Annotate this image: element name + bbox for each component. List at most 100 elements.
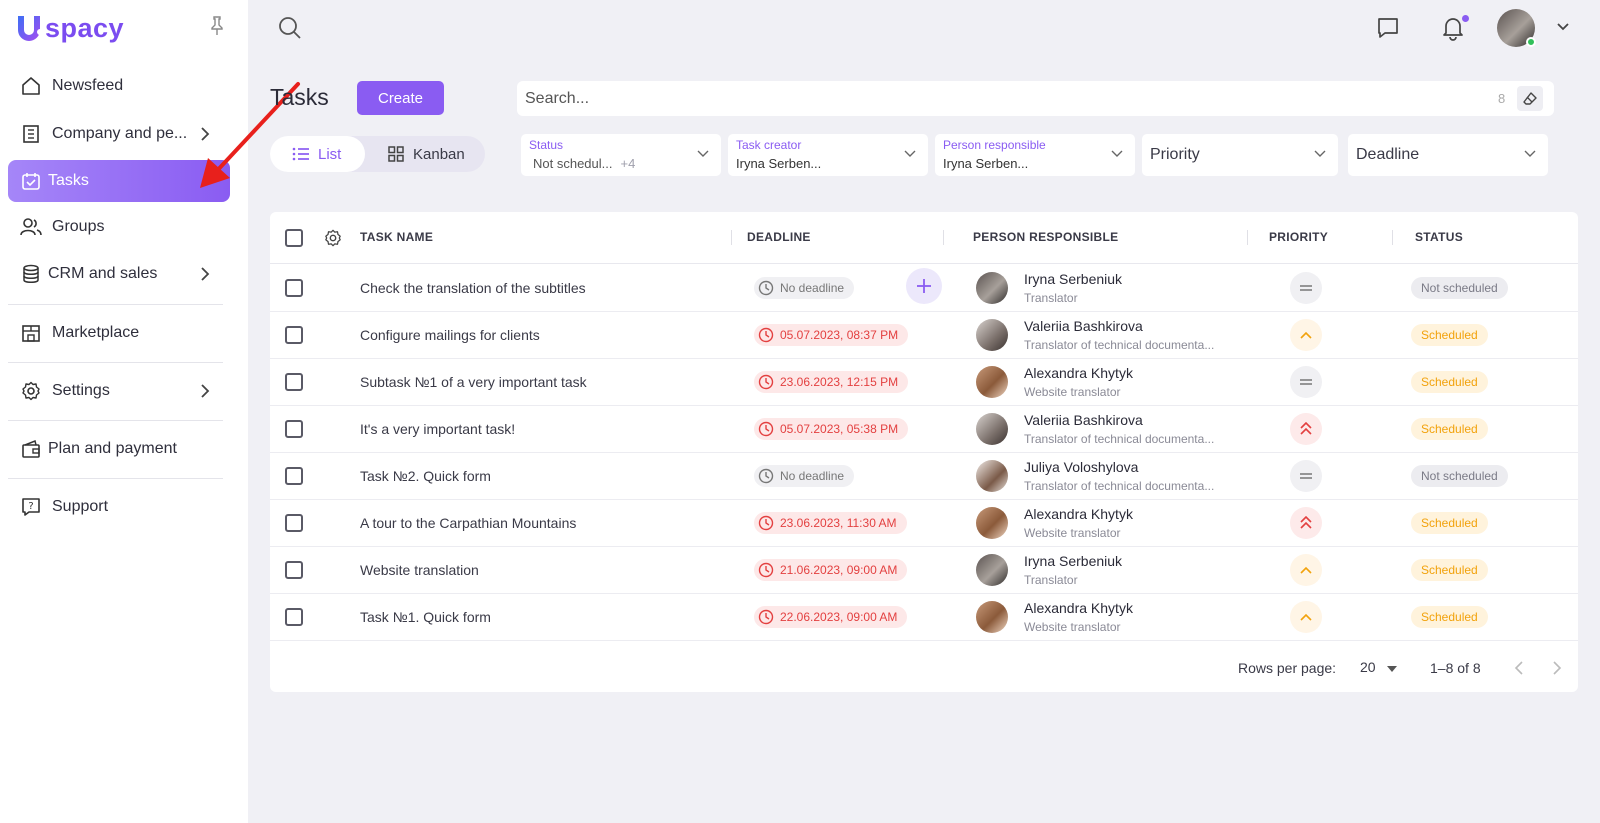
deadline-badge[interactable]: 05.07.2023, 05:38 PM xyxy=(754,418,909,440)
person-name[interactable]: Alexandra Khytyk xyxy=(1024,506,1133,522)
store-icon xyxy=(22,325,40,342)
select-all-checkbox[interactable] xyxy=(285,229,303,247)
chat-icon[interactable] xyxy=(1375,15,1401,41)
row-checkbox[interactable] xyxy=(285,608,303,626)
view-kanban-button[interactable]: Kanban xyxy=(388,136,465,172)
priority-indicator[interactable] xyxy=(1290,413,1322,445)
create-button[interactable]: Create xyxy=(357,81,444,115)
row-checkbox[interactable] xyxy=(285,373,303,391)
column-header-task-name[interactable]: TASK NAME xyxy=(360,230,433,244)
view-list-button[interactable]: List xyxy=(270,136,365,172)
deadline-badge[interactable]: No deadline xyxy=(754,277,855,299)
status-badge[interactable]: Scheduled xyxy=(1411,418,1488,440)
search-input[interactable] xyxy=(525,81,1425,116)
next-page-icon[interactable] xyxy=(1546,658,1566,678)
task-name[interactable]: A tour to the Carpathian Mountains xyxy=(360,515,576,531)
table-row[interactable]: A tour to the Carpathian Mountains 23.06.… xyxy=(270,499,1578,547)
filter-deadline[interactable]: Deadline xyxy=(1348,134,1548,176)
user-avatar[interactable] xyxy=(1497,9,1536,47)
row-checkbox[interactable] xyxy=(285,279,303,297)
person-name[interactable]: Iryna Serbeniuk xyxy=(1024,553,1122,569)
task-name[interactable]: Website translation xyxy=(360,562,479,578)
deadline-badge[interactable]: 21.06.2023, 09:00 AM xyxy=(754,559,908,581)
table-row[interactable]: Configure mailings for clients 05.07.2023… xyxy=(270,311,1578,359)
table-row[interactable]: It's a very important task! 05.07.2023, 0… xyxy=(270,405,1578,453)
sidebar-item-crm[interactable]: CRM and sales xyxy=(8,253,230,295)
status-badge[interactable]: Scheduled xyxy=(1411,512,1488,534)
person-avatar[interactable] xyxy=(976,601,1008,633)
task-name[interactable]: It's a very important task! xyxy=(360,421,515,437)
person-avatar[interactable] xyxy=(976,366,1008,398)
chevron-down-icon[interactable] xyxy=(1556,22,1570,32)
table-row[interactable]: Subtask №1 of a very important task 23.06… xyxy=(270,358,1578,406)
priority-indicator[interactable] xyxy=(1290,272,1322,304)
row-checkbox[interactable] xyxy=(285,326,303,344)
sidebar-item-groups[interactable]: Groups xyxy=(8,206,230,248)
row-checkbox[interactable] xyxy=(285,514,303,532)
priority-indicator[interactable] xyxy=(1290,460,1322,492)
prev-page-icon[interactable] xyxy=(1510,658,1530,678)
rows-per-page-select[interactable]: 20 xyxy=(1360,659,1398,675)
person-name[interactable]: Juliya Voloshylova xyxy=(1024,459,1138,475)
sidebar-item-marketplace[interactable]: Marketplace xyxy=(8,312,230,354)
task-name[interactable]: Configure mailings for clients xyxy=(360,327,540,343)
person-avatar[interactable] xyxy=(976,319,1008,351)
sidebar-item-support[interactable]: ? Support xyxy=(8,486,230,528)
person-avatar[interactable] xyxy=(976,554,1008,586)
person-name[interactable]: Alexandra Khytyk xyxy=(1024,365,1133,381)
deadline-badge[interactable]: 05.07.2023, 08:37 PM xyxy=(754,324,909,346)
person-name[interactable]: Valeriia Bashkirova xyxy=(1024,318,1143,334)
priority-indicator[interactable] xyxy=(1290,601,1322,633)
logo[interactable]: spacy xyxy=(14,10,124,46)
row-checkbox[interactable] xyxy=(285,561,303,579)
column-header-priority[interactable]: PRIORITY xyxy=(1269,230,1328,244)
sidebar-item-settings[interactable]: Settings xyxy=(8,370,230,412)
pin-icon[interactable] xyxy=(209,16,225,36)
person-avatar[interactable] xyxy=(976,507,1008,539)
deadline-badge[interactable]: No deadline xyxy=(754,465,855,487)
filter-person-responsible[interactable]: Person responsible Iryna Serben... xyxy=(935,134,1135,176)
task-name[interactable]: Task №1. Quick form xyxy=(360,609,491,625)
person-name[interactable]: Valeriia Bashkirova xyxy=(1024,412,1143,428)
table-row[interactable]: Website translation 21.06.2023, 09:00 AM I… xyxy=(270,546,1578,594)
status-badge[interactable]: Scheduled xyxy=(1411,559,1488,581)
search-icon[interactable] xyxy=(278,16,302,40)
priority-indicator[interactable] xyxy=(1290,507,1322,539)
status-badge[interactable]: Not scheduled xyxy=(1411,465,1508,487)
column-header-status[interactable]: STATUS xyxy=(1415,230,1463,244)
column-header-deadline[interactable]: DEADLINE xyxy=(747,230,811,244)
table-row[interactable]: Task №1. Quick form 22.06.2023, 09:00 AM A… xyxy=(270,593,1578,641)
table-settings-gear-icon[interactable] xyxy=(324,229,342,247)
deadline-badge[interactable]: 22.06.2023, 09:00 AM xyxy=(754,606,908,628)
filter-priority[interactable]: Priority xyxy=(1142,134,1338,176)
filter-task-creator[interactable]: Task creator Iryna Serben... xyxy=(728,134,928,176)
status-badge[interactable]: Scheduled xyxy=(1411,371,1488,393)
clock-icon xyxy=(758,515,774,531)
status-badge[interactable]: Not scheduled xyxy=(1411,277,1508,299)
filter-status[interactable]: Status Not schedul... +4 xyxy=(521,134,721,176)
column-header-person-responsible[interactable]: PERSON RESPONSIBLE xyxy=(973,230,1118,244)
filter-label: Person responsible xyxy=(943,138,1046,152)
row-checkbox[interactable] xyxy=(285,467,303,485)
table-row[interactable]: Task №2. Quick form No deadline Juliya Vol… xyxy=(270,452,1578,500)
status-badge[interactable]: Scheduled xyxy=(1411,324,1488,346)
deadline-badge[interactable]: 23.06.2023, 11:30 AM xyxy=(754,512,907,534)
deadline-badge[interactable]: 23.06.2023, 12:15 PM xyxy=(754,371,909,393)
task-name[interactable]: Task №2. Quick form xyxy=(360,468,491,484)
task-name[interactable]: Check the translation of the subtitles xyxy=(360,280,586,296)
priority-indicator[interactable] xyxy=(1290,554,1322,586)
person-avatar[interactable] xyxy=(976,460,1008,492)
priority-indicator[interactable] xyxy=(1290,366,1322,398)
person-avatar[interactable] xyxy=(976,413,1008,445)
row-checkbox[interactable] xyxy=(285,420,303,438)
task-name[interactable]: Subtask №1 of a very important task xyxy=(360,374,587,390)
priority-indicator[interactable] xyxy=(1290,319,1322,351)
status-badge[interactable]: Scheduled xyxy=(1411,606,1488,628)
sidebar-item-plan-payment[interactable]: Plan and payment xyxy=(8,428,230,470)
add-deadline-button[interactable] xyxy=(906,268,942,304)
person-name[interactable]: Alexandra Khytyk xyxy=(1024,600,1133,616)
table-row[interactable]: Check the translation of the subtitles No… xyxy=(270,264,1578,312)
clear-search-button[interactable] xyxy=(1517,86,1543,111)
person-name[interactable]: Iryna Serbeniuk xyxy=(1024,271,1122,287)
person-avatar[interactable] xyxy=(976,272,1008,304)
